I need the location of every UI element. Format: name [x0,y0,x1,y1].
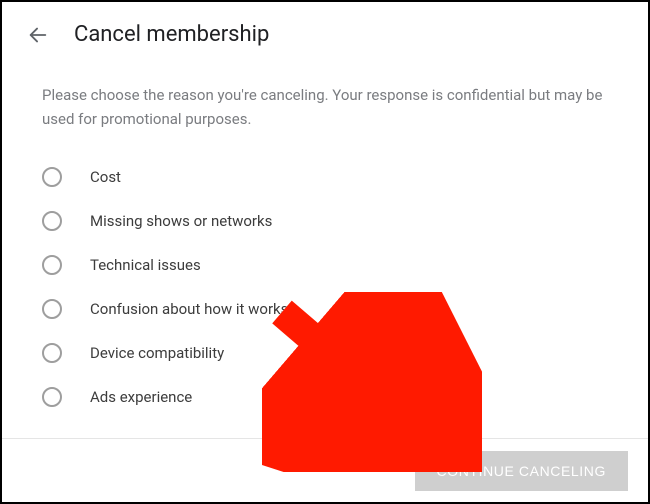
continue-canceling-button[interactable]: CONTINUE CANCELING [415,451,628,491]
radio-icon [42,299,62,319]
radio-icon [42,167,62,187]
arrow-left-icon [27,24,49,46]
reason-option[interactable]: Confusion about how it works [42,287,608,331]
back-button[interactable] [26,23,50,47]
reason-option[interactable]: Missing shows or networks [42,199,608,243]
page-title: Cancel membership [74,22,269,47]
reason-options: Cost Missing shows or networks Technical i… [42,155,608,429]
radio-icon [42,211,62,231]
reason-option[interactable]: Other [42,419,608,429]
reason-option-label: Ads experience [90,388,192,406]
reason-option[interactable]: Cost [42,155,608,199]
instructions-text: Please choose the reason you're cancelin… [42,83,608,131]
reason-option-label: Confusion about how it works [90,300,288,318]
reason-option[interactable]: Ads experience [42,375,608,419]
radio-icon [42,255,62,275]
reason-option-label: Technical issues [90,256,201,274]
radio-icon [42,343,62,363]
reason-option-label: Device compatibility [90,344,224,362]
reason-option-label: Cost [90,168,121,186]
reason-option-label: Missing shows or networks [90,212,272,230]
footer-bar: CONTINUE CANCELING [2,438,648,502]
reason-option[interactable]: Technical issues [42,243,608,287]
radio-icon [42,387,62,407]
reason-option[interactable]: Device compatibility [42,331,608,375]
content-area: Please choose the reason you're cancelin… [2,59,648,429]
